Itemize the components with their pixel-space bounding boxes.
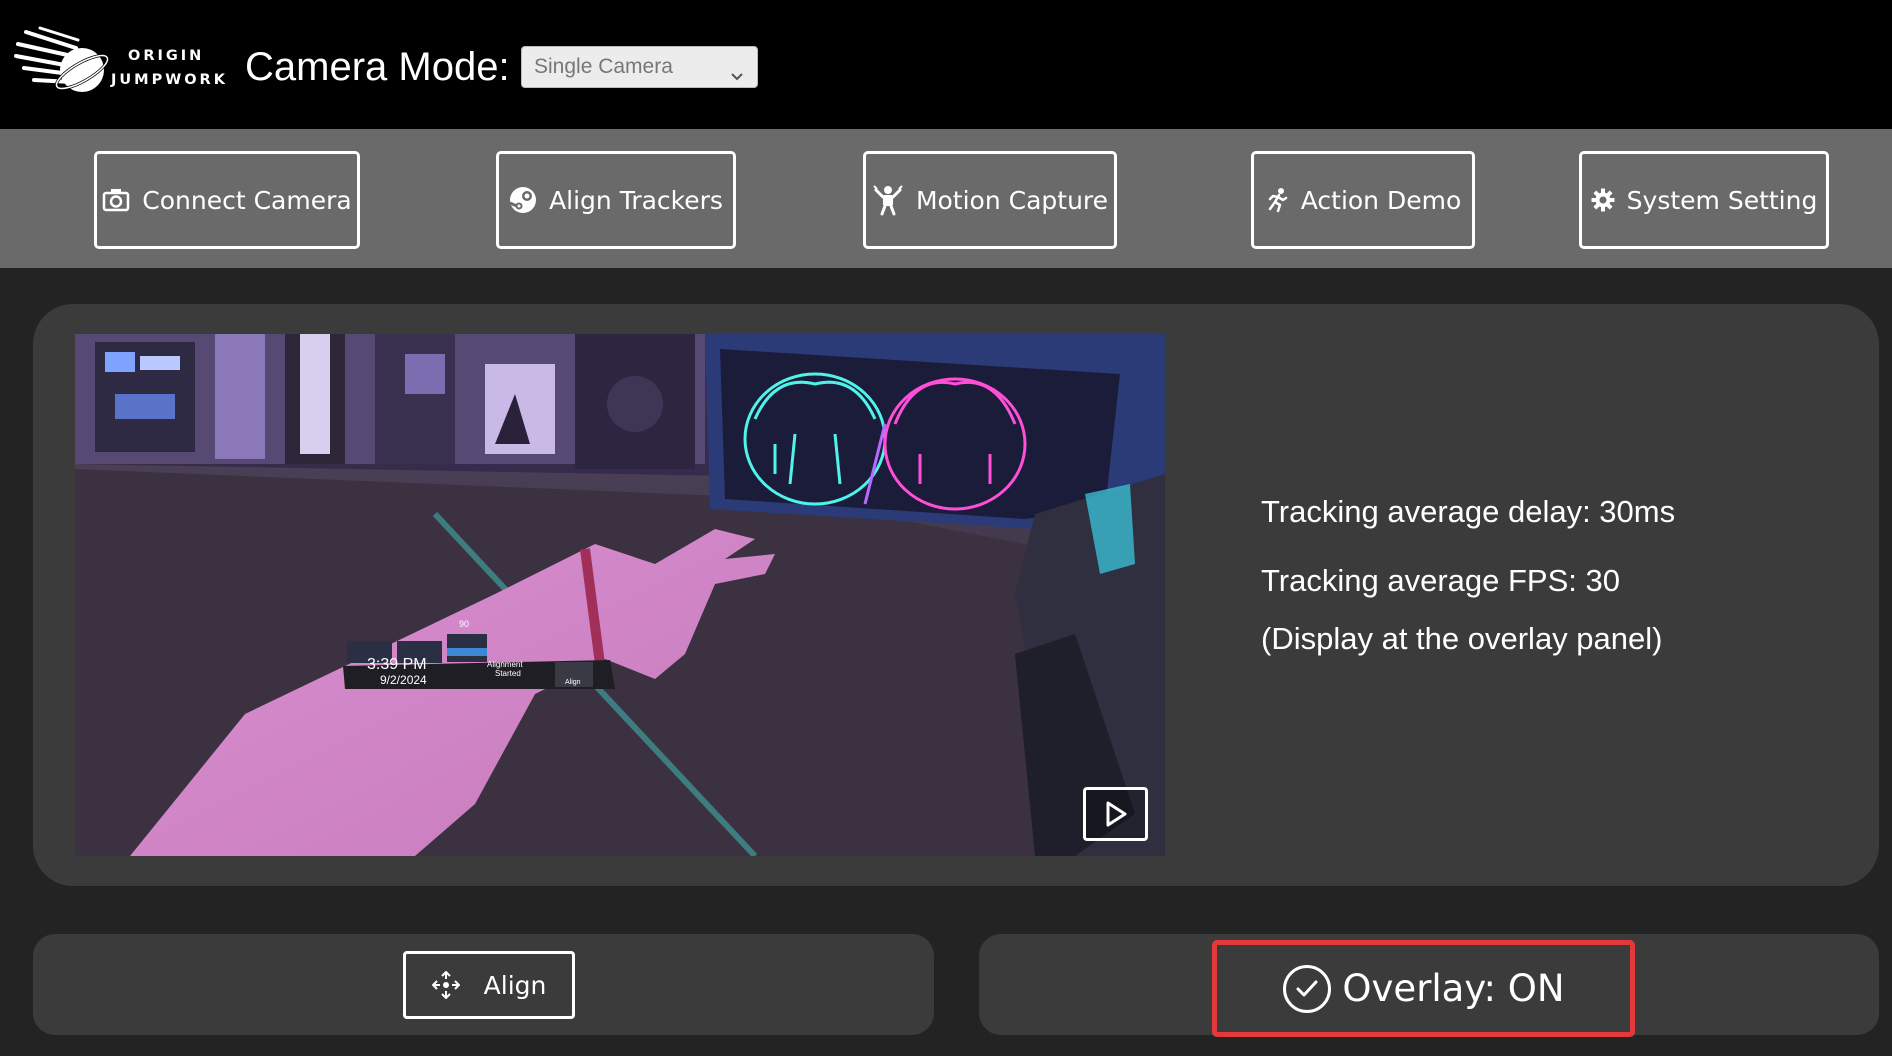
align-trackers-button[interactable]: Align Trackers bbox=[496, 151, 736, 249]
action-demo-button[interactable]: Action Demo bbox=[1251, 151, 1475, 249]
wrist-time-text: 3:39 PM bbox=[367, 656, 427, 673]
steam-icon bbox=[509, 186, 537, 214]
running-figure-icon bbox=[1265, 187, 1289, 213]
wrist-status-line2: Started bbox=[495, 669, 521, 678]
motion-capture-button[interactable]: Motion Capture bbox=[863, 151, 1117, 249]
app-logo: ORIGIN JUMPWORK bbox=[14, 26, 225, 102]
logo-line-jumpwork: JUMPWORK bbox=[111, 72, 228, 88]
chevron-down-icon bbox=[729, 58, 745, 98]
camera-mode-label: Camera Mode: bbox=[245, 45, 510, 89]
wrist-align-text: Align bbox=[565, 679, 581, 686]
align-button-label: Align bbox=[483, 970, 547, 1000]
connect-camera-button[interactable]: Connect Camera bbox=[94, 151, 360, 249]
gear-icon bbox=[1591, 188, 1615, 212]
play-button[interactable] bbox=[1083, 787, 1148, 841]
main-toolbar: Connect Camera Align Trackers Motion Cap bbox=[0, 129, 1892, 268]
comet-logo-icon bbox=[14, 26, 110, 92]
check-circle-icon bbox=[1282, 964, 1332, 1014]
connect-camera-label: Connect Camera bbox=[142, 185, 352, 215]
wrist-date-text: 9/2/2024 bbox=[380, 673, 427, 687]
wrist-badge-text: 90 bbox=[459, 619, 469, 629]
system-setting-label: System Setting bbox=[1626, 185, 1818, 215]
header-bar: ORIGIN JUMPWORK Camera Mode: Single Came… bbox=[0, 0, 1892, 129]
overlay-toggle-button[interactable]: Overlay: ON bbox=[1217, 945, 1630, 1032]
camera-mode-value: Single Camera bbox=[534, 55, 673, 78]
align-trackers-label: Align Trackers bbox=[549, 185, 723, 215]
tracking-delay-text: Tracking average delay: 30ms bbox=[1261, 494, 1676, 529]
align-button[interactable]: Align bbox=[403, 951, 575, 1019]
logo-line-origin: ORIGIN bbox=[128, 48, 205, 64]
system-setting-button[interactable]: System Setting bbox=[1579, 151, 1829, 249]
camera-icon bbox=[102, 188, 130, 212]
overlay-toggle-label: Overlay: ON bbox=[1342, 967, 1565, 1010]
overlay-note-text: (Display at the overlay panel) bbox=[1261, 621, 1663, 656]
camera-preview-video: 3:39 PM 9/2/2024 Alignment Started Align… bbox=[75, 334, 1165, 856]
camera-mode-select[interactable]: Single Camera bbox=[521, 46, 758, 88]
tracking-fps-text: Tracking average FPS: 30 bbox=[1261, 563, 1620, 598]
motion-figure-icon bbox=[872, 184, 904, 216]
move-crosshair-icon bbox=[431, 971, 460, 999]
wrist-status-line1: Alignment bbox=[487, 660, 523, 669]
action-demo-label: Action Demo bbox=[1300, 185, 1462, 215]
motion-capture-label: Motion Capture bbox=[915, 185, 1109, 215]
play-icon bbox=[1106, 801, 1126, 827]
